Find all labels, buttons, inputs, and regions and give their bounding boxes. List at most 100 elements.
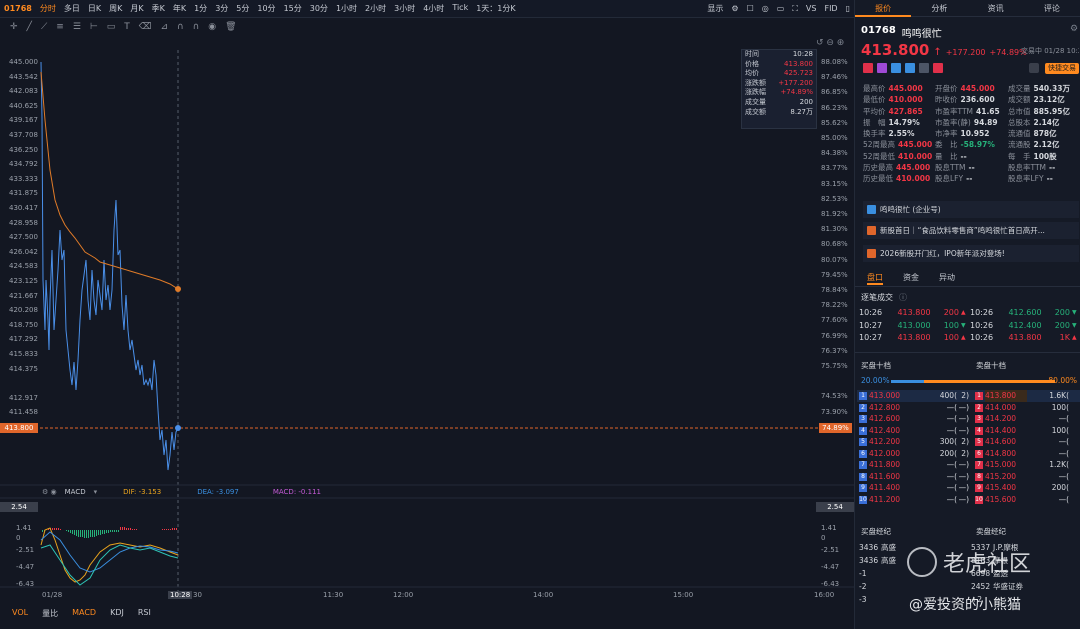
timeframe-tab[interactable]: 4小时	[419, 3, 448, 14]
bid-level: 2	[859, 403, 867, 412]
info-key: 成交量	[745, 97, 766, 106]
shape-tool-icon[interactable]: ▭	[107, 22, 116, 32]
indicator-tab[interactable]: VOL	[12, 608, 28, 622]
time-tick: 01/28	[42, 591, 63, 599]
bid-count: —)	[958, 425, 969, 435]
fid-button[interactable]: FID	[820, 4, 841, 13]
news-item[interactable]: 2026新股开门红，IPO新年派对登场!	[863, 245, 1079, 262]
fullscreen-icon[interactable]: ⛶	[788, 4, 802, 14]
measure-tool-icon[interactable]: ⊢	[90, 22, 98, 32]
stat-cell: 总股本 2.14亿	[1008, 117, 1079, 128]
order-subtab[interactable]: 资金	[903, 272, 919, 285]
order-subtab[interactable]: 异动	[939, 272, 955, 285]
timeframe-tab[interactable]: 多日	[60, 3, 84, 14]
tag-icon-5[interactable]	[919, 63, 929, 73]
display-menu[interactable]: 显示	[703, 3, 727, 14]
stat-key: 平均价	[863, 106, 886, 116]
lock-icon[interactable]: ∩	[193, 22, 200, 32]
checkbox-icon[interactable]: ☐	[743, 4, 758, 13]
quick-trade-button[interactable]: 快捷交易	[1045, 63, 1079, 74]
timeframe-tab[interactable]: 1天：1分K	[472, 3, 519, 14]
hk-flag-icon[interactable]	[863, 63, 873, 73]
timeframe-tab[interactable]: 年K	[169, 3, 190, 14]
bell-icon[interactable]	[1029, 63, 1039, 73]
quote-tab[interactable]: 报价	[855, 0, 912, 17]
macd-label[interactable]: MACD	[65, 488, 86, 496]
timeframe-tab[interactable]: 1小时	[332, 3, 361, 14]
crosshair-icon[interactable]: ✛	[10, 22, 18, 32]
window-icon[interactable]: ▭	[773, 4, 789, 13]
timeframe-tab[interactable]: 3分	[211, 3, 232, 14]
ask-price: 414.200	[985, 414, 1017, 423]
news-item[interactable]: 鸣鸣很忙 (企业号)	[863, 201, 1079, 218]
tag-icon-4[interactable]	[905, 63, 915, 73]
timeframe-tab[interactable]: 30分	[306, 3, 332, 14]
timeframe-tab[interactable]: Tick	[448, 3, 472, 14]
magnet-icon[interactable]: ∩	[177, 22, 184, 32]
trash-icon[interactable]: 🗑	[225, 22, 236, 32]
price-chart[interactable]	[0, 35, 854, 629]
tag-icon-3[interactable]	[891, 63, 901, 73]
quote-settings-icon[interactable]: ⚙	[1070, 24, 1078, 34]
quote-tab[interactable]: 资讯	[968, 0, 1024, 17]
info-key: 涨跌幅	[745, 88, 766, 97]
macd-dropdown-icon[interactable]: ▾	[94, 488, 98, 496]
info-icon[interactable]: ⓘ	[899, 292, 907, 303]
indicator-tab[interactable]: MACD	[72, 608, 96, 622]
timeframe-tab[interactable]: 2小时	[361, 3, 390, 14]
tick-volume: 200	[1054, 308, 1070, 317]
stat-value: 410.000	[888, 95, 923, 105]
nav-icons[interactable]: ↺ ⊖ ⊕	[816, 38, 844, 48]
timeframe-tab[interactable]: 15分	[280, 3, 306, 14]
ask-price: 414.000	[985, 402, 1017, 412]
timeframe-tab[interactable]: 10分	[253, 3, 279, 14]
orderbook-row: 1 413.000 400(2) 1 413.800 1.6K(	[857, 390, 1080, 402]
macd-bar	[176, 528, 177, 530]
bid-level: 10	[859, 495, 867, 504]
stat-key: 昨收价	[935, 95, 958, 105]
order-subtab[interactable]: 盘口	[867, 272, 883, 285]
ask-level: 5	[975, 438, 983, 446]
text-tool-icon[interactable]: T	[124, 22, 130, 32]
ask-qty: —(	[1058, 437, 1069, 446]
indicator-tab[interactable]: RSI	[138, 608, 151, 622]
quote-tab[interactable]: 分析	[911, 0, 967, 17]
timeframe-tab[interactable]: 季K	[148, 3, 169, 14]
percent-tick: 83.15%	[821, 179, 848, 188]
timeframe-tab[interactable]: 5分	[232, 3, 253, 14]
expand-icon[interactable]: ▯	[842, 4, 854, 13]
fib-tool-icon[interactable]: ☰	[73, 22, 81, 32]
camera-icon[interactable]: ◎	[758, 4, 773, 13]
ask-level: 2	[975, 403, 983, 412]
channel-tool-icon[interactable]: ≡	[56, 22, 64, 32]
indicator-tab[interactable]: 量比	[42, 608, 58, 622]
quote-tab[interactable]: 评论	[1024, 0, 1080, 17]
timeframe-tab[interactable]: 分时	[36, 3, 60, 14]
vs-button[interactable]: VS	[802, 4, 821, 13]
timeframe-tab[interactable]: 日K	[84, 3, 105, 14]
settings-icon[interactable]: ⚙	[727, 4, 742, 13]
indicator-tab[interactable]: KDJ	[110, 608, 124, 622]
ray-tool-icon[interactable]: ⟋	[41, 22, 47, 32]
news-item[interactable]: 新股首日｜“食品饮料零售商”鸣鸣很忙首日高开...	[863, 222, 1079, 239]
timeframe-tab[interactable]: 1分	[190, 3, 211, 14]
stat-key: 成交量	[1008, 84, 1031, 93]
macd-bar	[74, 530, 75, 535]
timeframe-tab[interactable]: 月K	[126, 3, 147, 14]
macd-bar	[136, 529, 137, 530]
stat-cell: 每 手 100股	[1008, 151, 1079, 162]
timeframe-tab[interactable]: 3小时	[390, 3, 419, 14]
stat-key: 最高价	[863, 84, 886, 93]
macd-settings-icon[interactable]: ⚙ ◉	[42, 488, 57, 496]
eye-icon[interactable]: ◉	[208, 22, 216, 32]
ask-price: 414.400	[985, 425, 1017, 435]
up-arrow-icon: ↑	[933, 47, 942, 58]
macd-bar	[126, 528, 127, 530]
tag-icon-2[interactable]	[877, 63, 887, 73]
line-tool-icon[interactable]: ╱	[27, 22, 32, 32]
ruler-icon[interactable]: ⊿	[161, 22, 169, 32]
timeframe-tab[interactable]: 周K	[105, 3, 126, 14]
info-row: 涨跌额 +177.200	[742, 79, 816, 89]
heart-icon[interactable]	[933, 63, 943, 73]
eraser-icon[interactable]: ⌫	[139, 22, 152, 32]
